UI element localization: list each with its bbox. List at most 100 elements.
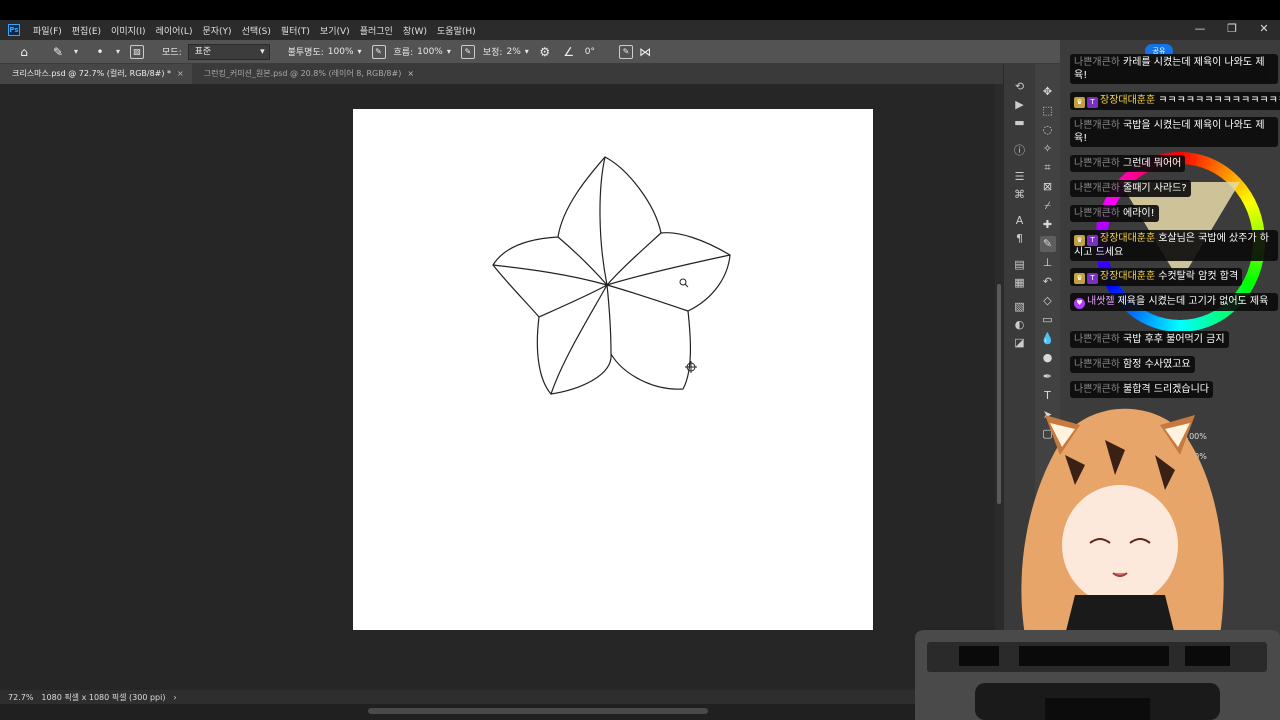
channels-icon[interactable]: ◐ xyxy=(1013,318,1027,332)
history-brush-tool-icon[interactable]: ↶ xyxy=(1040,274,1056,290)
close-button[interactable]: ✕ xyxy=(1248,20,1280,40)
petal-vein-right xyxy=(606,254,731,286)
menu-help[interactable]: 도움말(H) xyxy=(432,24,481,37)
chat-message: 나쁜개큰하 줄때기 사라드? xyxy=(1070,180,1191,197)
smoothing-options-gear-icon[interactable]: ⚙ xyxy=(537,44,553,60)
maximize-button[interactable]: ❐ xyxy=(1216,20,1248,40)
actions-play-icon[interactable]: ▶ xyxy=(1013,98,1027,112)
document-tab-label: 크리스마스.psd @ 72.7% (컬러, RGB/8#) * xyxy=(12,69,172,78)
vertical-scroll-thumb[interactable] xyxy=(997,284,1001,504)
blur-tool-icon[interactable]: 💧 xyxy=(1040,331,1056,347)
brush-settings-panel-icon[interactable]: ⌘ xyxy=(1013,188,1027,202)
zoom-level[interactable]: 72.7% xyxy=(8,693,33,702)
mode-select[interactable]: 표준 xyxy=(187,43,270,60)
info-icon[interactable]: ⓘ xyxy=(1013,144,1027,158)
brush-size-icon[interactable]: • xyxy=(92,44,108,60)
airbrush-icon[interactable]: ✎ xyxy=(460,44,475,59)
paths-icon[interactable]: ◪ xyxy=(1013,336,1027,350)
menu-image[interactable]: 이미지(I) xyxy=(106,24,151,37)
dodge-tool-icon[interactable]: ● xyxy=(1040,350,1056,366)
smoothing-dropdown-icon[interactable]: ▾ xyxy=(525,47,529,56)
chat-text: 줄때기 사라드? xyxy=(1123,183,1187,194)
symmetry-icon[interactable]: ⋈ xyxy=(637,44,653,60)
opacity-dropdown-icon[interactable]: ▾ xyxy=(358,47,362,56)
canvas-workspace[interactable] xyxy=(0,84,1003,690)
clone-stamp-tool-icon[interactable]: ⊥ xyxy=(1040,255,1056,271)
history-icon[interactable]: ⟲ xyxy=(1013,80,1027,94)
flower-sketch xyxy=(492,156,731,395)
pen-tool-icon[interactable]: ✒ xyxy=(1040,369,1056,385)
chat-text: 함정 수사였고요 xyxy=(1123,359,1191,370)
chat-text: 그런데 뭐어어 xyxy=(1123,158,1182,169)
status-bar: 72.7% 1080 픽셀 x 1080 픽셀 (300 ppi) › xyxy=(0,690,1003,704)
smoothing-value[interactable]: 2% xyxy=(506,47,520,57)
marquee-tool-icon[interactable]: ⬚ xyxy=(1040,103,1056,119)
menu-layer[interactable]: 레이어(L) xyxy=(151,24,198,37)
gradient-tool-icon[interactable]: ▭ xyxy=(1040,312,1056,328)
menu-view[interactable]: 보기(V) xyxy=(315,24,355,37)
tier-badge-icon: T xyxy=(1087,97,1098,108)
eraser-tool-icon[interactable]: ◇ xyxy=(1040,293,1056,309)
document-tab-inactive[interactable]: 그런킹_커미션_원본.psd @ 20.8% (레이어 8, RGB/8#) × xyxy=(192,64,422,84)
home-icon[interactable]: ⌂ xyxy=(16,44,32,60)
eyedropper-tool-icon[interactable]: ⌿ xyxy=(1040,198,1056,214)
comments-icon[interactable]: ▬ xyxy=(1013,116,1027,130)
properties-icon[interactable]: ▦ xyxy=(1013,276,1027,290)
menu-window[interactable]: 창(W) xyxy=(398,24,432,37)
document-info: 1080 픽셀 x 1080 픽셀 (300 ppi) xyxy=(41,692,166,702)
opacity-value[interactable]: 100% xyxy=(328,47,354,57)
chat-username: 나쁜개큰하 xyxy=(1074,384,1120,395)
brush-tool-icon[interactable]: ✎ xyxy=(1039,235,1056,252)
chat-message: ♛ T 장장대대훈훈 수컷탈락 암컷 합격 xyxy=(1070,268,1243,286)
pressure-size-icon[interactable]: ✎ xyxy=(619,44,633,59)
chat-username: 나쁜개큰하 xyxy=(1074,183,1120,194)
close-tab-icon[interactable]: × xyxy=(177,69,184,78)
window-controls: — ❐ ✕ xyxy=(1184,20,1280,40)
brush-settings-icon[interactable]: ▨ xyxy=(130,44,145,59)
character-icon[interactable]: A xyxy=(1013,214,1027,228)
menu-file[interactable]: 파일(F) xyxy=(28,24,67,37)
minimize-button[interactable]: — xyxy=(1184,20,1216,40)
menu-filter[interactable]: 필터(T) xyxy=(276,24,315,37)
angle-value[interactable]: 0° xyxy=(585,47,595,57)
close-tab-icon[interactable]: × xyxy=(407,69,414,78)
libraries-icon[interactable]: ▤ xyxy=(1013,258,1027,272)
photoshop-logo-icon: Ps xyxy=(8,24,20,36)
flower-outline xyxy=(492,156,731,395)
crown-badge-icon: ♛ xyxy=(1074,235,1085,246)
flow-value[interactable]: 100% xyxy=(417,47,443,57)
chat-message: 나쁜개큰하 에라이! xyxy=(1070,205,1159,222)
horizontal-scrollbar[interactable] xyxy=(0,704,1003,720)
pressure-opacity-icon[interactable]: ✎ xyxy=(371,44,386,59)
chat-username: 장장대대훈훈 xyxy=(1100,271,1156,282)
magic-wand-tool-icon[interactable]: ✧ xyxy=(1040,141,1056,157)
healing-brush-tool-icon[interactable]: ✚ xyxy=(1040,217,1056,233)
document-tab-active[interactable]: 크리스마스.psd @ 72.7% (컬러, RGB/8#) * × xyxy=(0,64,192,84)
frame-tool-icon[interactable]: ⊠ xyxy=(1040,179,1056,195)
petal-vein-top xyxy=(599,156,608,286)
paragraph-icon[interactable]: ¶ xyxy=(1013,232,1027,246)
menu-select[interactable]: 선택(S) xyxy=(237,24,276,37)
adjustments-icon[interactable]: ☰ xyxy=(1013,170,1027,184)
flow-dropdown-icon[interactable]: ▾ xyxy=(447,47,451,56)
lasso-tool-icon[interactable]: ◌ xyxy=(1040,122,1056,138)
chat-username: 나쁜개큰하 xyxy=(1074,208,1120,219)
move-tool-icon[interactable]: ✥ xyxy=(1040,84,1056,100)
chat-text: 제육을 시켰는데 고기가 없어도 제육 xyxy=(1117,296,1269,307)
crown-badge-icon: ♛ xyxy=(1074,273,1085,284)
document-canvas[interactable] xyxy=(353,109,873,630)
brush-tool-icon[interactable]: ✎ xyxy=(50,44,66,60)
tool-preset-dropdown-icon[interactable]: ▾ xyxy=(74,47,78,56)
brush-crosshair-icon xyxy=(685,361,697,373)
flow-label: 흐름: xyxy=(393,48,414,58)
horizontal-scroll-thumb[interactable] xyxy=(368,708,708,714)
menu-type[interactable]: 문자(Y) xyxy=(197,24,236,37)
brush-picker-dropdown-icon[interactable]: ▾ xyxy=(116,47,120,56)
menu-plugins[interactable]: 플러그인 xyxy=(355,24,398,37)
menu-edit[interactable]: 편집(E) xyxy=(67,24,106,37)
chat-message: ♛T장장대대훈훈ㅋㅋㅋㅋㅋㅋㅋㅋㅋㅋㅋㅋㅋㅋㅋ xyxy=(1070,92,1280,110)
vertical-scrollbar[interactable] xyxy=(995,84,1003,690)
crop-tool-icon[interactable]: ⌗ xyxy=(1040,160,1056,176)
status-expand-icon[interactable]: › xyxy=(173,693,176,702)
layers-panel-icon[interactable]: ▧ xyxy=(1013,300,1027,314)
